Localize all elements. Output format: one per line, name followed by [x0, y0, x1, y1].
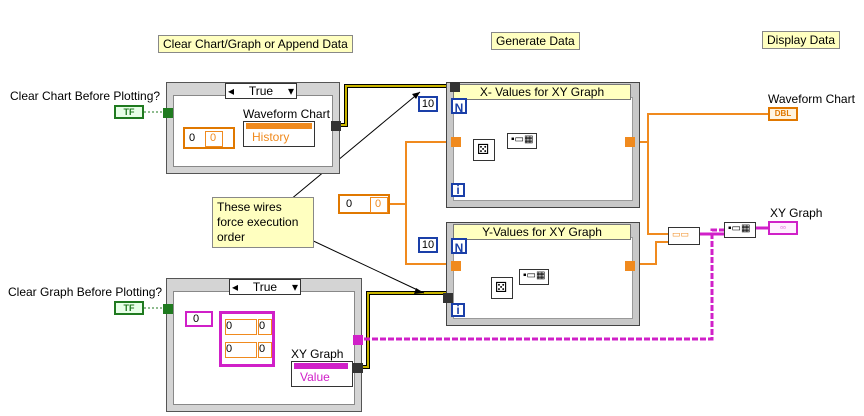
clear-chart-label: Clear Chart Before Plotting? — [10, 89, 161, 103]
property-node-header — [294, 363, 348, 369]
cluster-field: 0 — [258, 342, 272, 358]
orange-wire-y-out — [636, 241, 670, 265]
bundle-node[interactable]: ▭▭ — [668, 227, 700, 245]
property-node-label-graph: XY Graph — [291, 347, 344, 361]
loop-title-x: X- Values for XY Graph — [453, 84, 631, 100]
history-element: 0 — [205, 131, 223, 147]
seed-element: 0 — [370, 197, 388, 213]
cluster-icon: ▫▫ — [780, 223, 786, 232]
cluster-index-const[interactable]: 0 — [185, 311, 213, 327]
for-loop-y[interactable]: Y-Values for XY Graph N i ⚄ ▪▭▦ — [443, 222, 640, 326]
left-arrow-icon[interactable]: ◂ — [228, 84, 234, 98]
cluster-tunnel-out — [353, 335, 363, 345]
clear-chart-control[interactable]: TF — [114, 105, 144, 119]
case-selector-value: True — [252, 280, 278, 294]
sequence-wire-bottom-core — [356, 292, 452, 368]
bundle-icon: ▭▭ — [672, 229, 690, 239]
build-array-icon[interactable]: ▪▭▦ — [507, 133, 537, 149]
property-node-header — [246, 123, 312, 129]
cluster-field: 0 — [258, 319, 272, 335]
xy-cluster-const[interactable]: 0 0 0 0 — [219, 311, 275, 367]
shift-register-left-x — [451, 137, 461, 147]
shift-register-right-x — [625, 137, 635, 147]
loop-count-const-y[interactable]: 10 — [418, 237, 438, 253]
section-label-display: Display Data — [762, 31, 841, 49]
shift-register-right-y — [625, 261, 635, 271]
for-loop-x[interactable]: X- Values for XY Graph N i ⚄ ▪▭▦ — [446, 82, 640, 208]
xy-graph-indicator[interactable]: ▫▫ — [768, 221, 798, 235]
history-index: 0 — [189, 132, 196, 144]
case-selector-chart[interactable]: ◂ True ▾ — [225, 83, 297, 99]
waveform-chart-indicator[interactable]: DBL — [768, 107, 798, 121]
random-number-icon[interactable]: ⚄ — [491, 277, 513, 299]
property-node-graph[interactable]: Value — [291, 361, 353, 387]
waveform-chart-label: Waveform Chart — [768, 92, 855, 106]
case-selector-value: True — [248, 84, 274, 98]
cluster-field: 0 — [225, 319, 257, 335]
property-name-history: History — [252, 130, 290, 144]
seed-index: 0 — [346, 198, 353, 210]
property-name-value: Value — [300, 370, 330, 384]
section-label-generate: Generate Data — [491, 32, 580, 50]
left-arrow-icon[interactable]: ◂ — [232, 280, 238, 294]
build-array-output-icon[interactable]: ▪▭▦ — [724, 222, 756, 238]
dice-icon: ⚄ — [495, 279, 508, 295]
cluster-index-value: 0 — [193, 313, 200, 325]
error-tunnel-out — [331, 121, 341, 131]
error-tunnel-in-y — [443, 293, 453, 303]
error-tunnel-in-x — [450, 82, 460, 92]
history-array-const[interactable]: 0 0 — [183, 127, 235, 149]
history-element-value: 0 — [210, 132, 217, 144]
dropdown-arrow-icon[interactable]: ▾ — [292, 280, 298, 294]
array-icon: ▪▭▦ — [728, 223, 751, 234]
dropdown-arrow-icon[interactable]: ▾ — [288, 84, 294, 98]
array-icon: ▪▭▦ — [523, 270, 546, 281]
iteration-terminal-y: i — [451, 303, 465, 317]
xy-graph-label: XY Graph — [770, 206, 823, 220]
section-label-clear: Clear Chart/Graph or Append Data — [158, 35, 353, 53]
case-structure-graph[interactable]: ◂ True ▾ 0 0 0 0 0 XY Graph Value — [163, 278, 363, 412]
dice-icon: ⚄ — [477, 141, 490, 157]
cluster-field: 0 — [225, 342, 257, 358]
count-terminal-y: N — [451, 238, 467, 255]
iteration-terminal-x: i — [451, 183, 465, 197]
error-tunnel-out — [353, 363, 363, 373]
seed-array-const[interactable]: 0 0 — [338, 194, 390, 214]
property-node-label-chart: Waveform Chart — [243, 107, 330, 121]
case-selector-graph[interactable]: ◂ True ▾ — [229, 279, 301, 295]
case-selector-terminal — [163, 304, 173, 314]
build-array-icon[interactable]: ▪▭▦ — [519, 269, 549, 285]
case-structure-chart[interactable]: ◂ True ▾ Waveform Chart History 0 0 — [163, 82, 341, 174]
count-terminal-x: N — [451, 98, 467, 115]
random-number-icon[interactable]: ⚄ — [473, 139, 495, 161]
case-selector-terminal — [163, 108, 173, 118]
clear-graph-control[interactable]: TF — [114, 301, 144, 315]
loop-count-const-x[interactable]: 10 — [418, 96, 438, 112]
sequence-wire-bottom — [356, 291, 452, 369]
clear-graph-label: Clear Graph Before Plotting? — [8, 285, 163, 299]
shift-register-left-y — [451, 261, 461, 271]
seed-element-value: 0 — [375, 198, 382, 210]
property-node-chart[interactable]: History — [243, 121, 315, 147]
loop-title-y: Y-Values for XY Graph — [453, 224, 631, 240]
orange-wire-x-out — [636, 113, 768, 235]
execution-order-note: These wires force execution order — [212, 197, 314, 248]
array-icon: ▪▭▦ — [511, 134, 534, 145]
wire-layer — [144, 84, 768, 382]
